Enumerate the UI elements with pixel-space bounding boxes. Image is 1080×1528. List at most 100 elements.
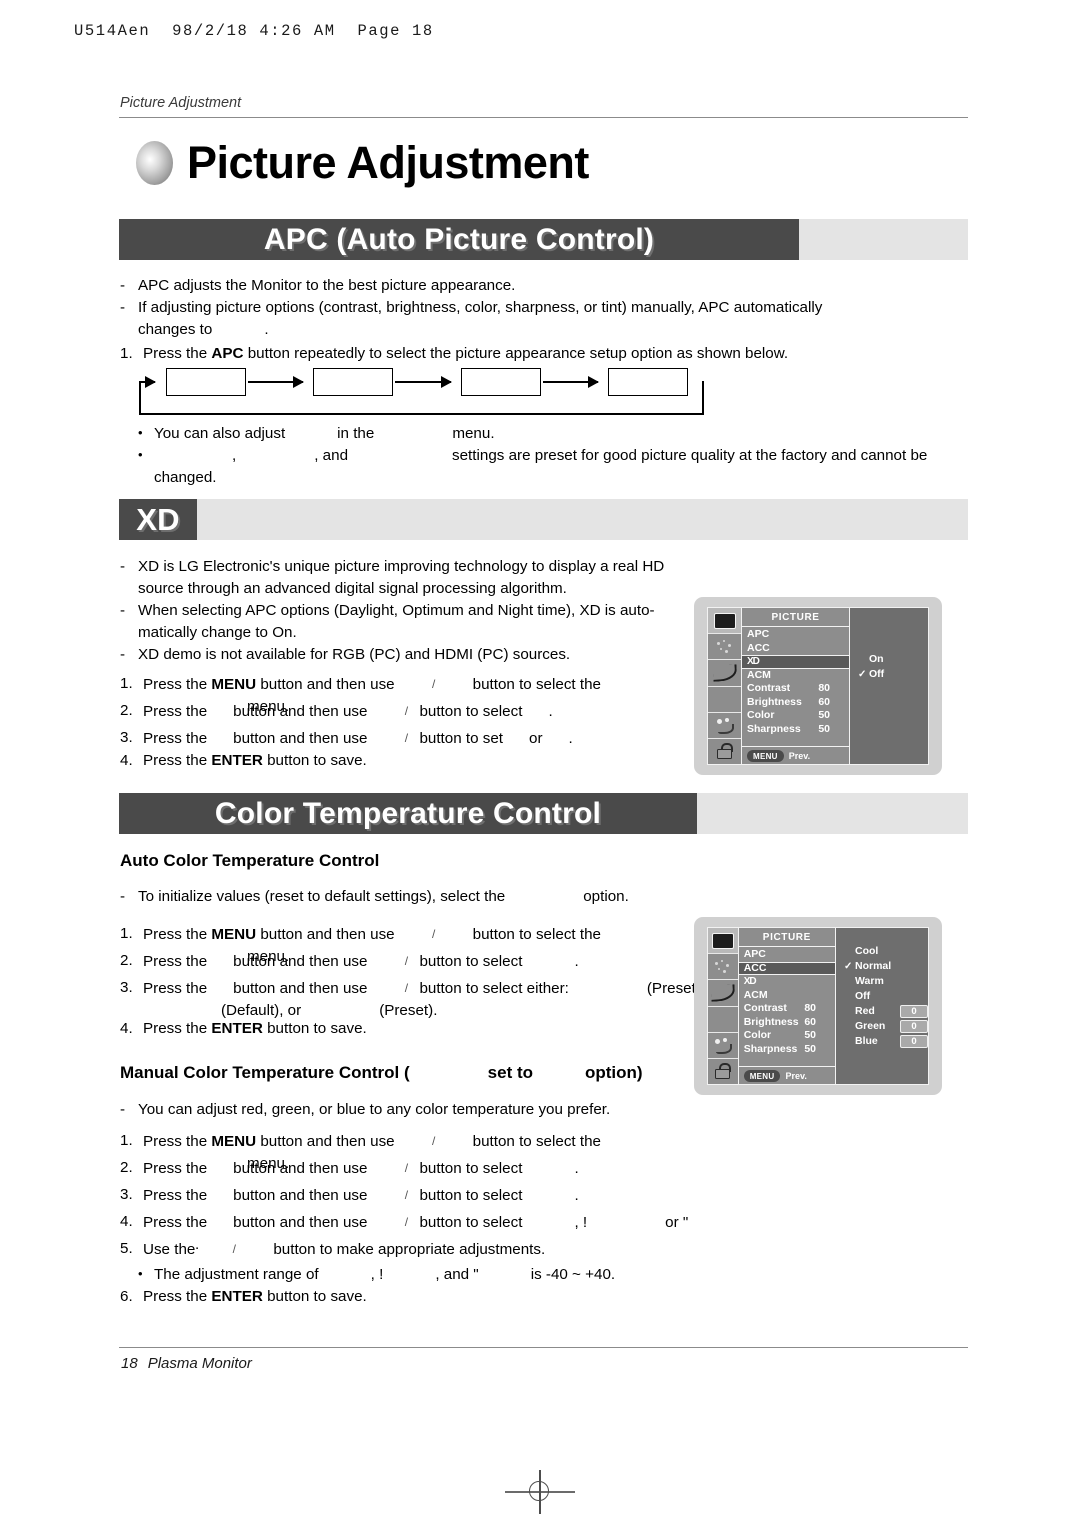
xd-dash-3-text: XD demo is not available for RGB (PC) an… [138,646,571,663]
osd-row-brightness[interactable]: Brightness 60 [742,696,849,710]
osd-row-color[interactable]: Color 50 [742,709,849,723]
osd-rail-item-sparkle[interactable] [708,634,741,661]
osd-rail-item-picture[interactable] [708,608,741,635]
ctc-manual-step-3-a: Press the [143,1187,208,1204]
menu-button-keyword: MENU [211,926,257,943]
ctc-auto-step-3: 3. Press the button and then use / button t… [120,977,740,1022]
xd-step-2-d: . [548,703,553,720]
osd-row-value: 80 [818,682,830,694]
osd-row-acc[interactable]: ACC [742,642,849,656]
osd-rail-item-arc[interactable] [708,980,738,1007]
footer-rule [119,1347,968,1348]
osd-inner-frame: PICTURE APC ACC XD ACM Contrast 80 Brigh… [707,927,929,1085]
dash-marker: - [120,888,126,905]
osd-option-label: Red [855,1005,875,1017]
osd-rail-item-lock[interactable] [708,1059,738,1084]
apc-dash-1-text: APC adjusts the Monitor to the best pict… [138,277,516,294]
osd-option-off[interactable]: ✓ Off [858,667,928,682]
osd-rail-item-picture[interactable] [708,928,738,955]
ctc-auto-step-1-a: Press the [143,926,208,943]
xd-step-2: 2. Press the button and then use / button t… [120,700,700,723]
osd-option-normal[interactable]: ✓ Normal [844,959,928,974]
osd-row-apc[interactable]: APC [739,948,835,962]
osd-option-red[interactable]: Red 0 [844,1004,928,1019]
osd-row-color[interactable]: Color 50 [739,1029,835,1043]
monitor-icon [713,612,736,629]
osd-row-label: Brightness [743,1015,799,1028]
osd-menu-button[interactable]: MENU [747,750,784,762]
osd-row-acc-selected[interactable]: ACC [738,961,835,975]
slash-separator: / [404,1215,409,1229]
apc-dash-2-line1: If adjusting picture options (contrast, … [138,299,823,316]
osd-option-value-red[interactable]: 0 [900,1005,928,1018]
osd-row-contrast[interactable]: Contrast 80 [742,682,849,696]
step-number: 2. [120,1159,133,1176]
osd-menu-button[interactable]: MENU [743,1070,781,1082]
enter-button-keyword: ENTER [211,752,263,769]
slash-separator: / [404,954,409,968]
osd-rail-item-sparkle[interactable] [708,954,738,981]
step-number: 4. [120,752,133,769]
osd-option-value-blue[interactable]: 0 [900,1035,928,1048]
osd-rail-item-lock[interactable] [708,739,741,764]
dash-marker: - [120,1101,126,1118]
osd-option-value-green[interactable]: 0 [900,1020,928,1033]
ctc-manual-step-4-b: button and then use [233,1214,368,1231]
osd-rail-item-blank[interactable] [708,687,741,713]
osd-row-xd-selected[interactable]: XD [742,655,849,669]
ctc-manual-step-6-text: Press the ENTER button to save. [143,1286,700,1308]
osd-row-label: ACM [747,668,771,681]
osd-row-sharpness[interactable]: Sharpness 50 [742,723,849,737]
slash-separator: / [404,704,409,718]
osd-row-value: 50 [804,1029,816,1041]
banner-label-apc: APC (Auto Picture Control) [263,222,655,256]
apc-bullet-1-b: in the [337,425,375,442]
ctc-auto-step-4-b: button to save. [267,1020,367,1037]
xd-step-1-a: Press the [143,676,208,693]
xd-step-1-c: button to select the [472,676,601,693]
osd-row-brightness[interactable]: Brightness 60 [739,1016,835,1030]
osd-row-label: Contrast [743,1002,787,1014]
osd-rail-item-arc[interactable] [708,660,741,687]
osd-row-label: APC [747,628,770,640]
slash-separator: / [431,1134,436,1148]
step-number: 1. [120,925,133,942]
slash-separator: / [431,927,436,941]
osd-row-sharpness[interactable]: Sharpness 50 [739,1043,835,1057]
regmark-circle [529,1481,549,1501]
ctc-manual-bullet-b: , ! [370,1266,384,1283]
flow-box-1 [166,368,246,396]
xd-step-4: 4. Press the ENTER button to save. [120,750,700,772]
osd-option-cool[interactable]: Cool [844,944,928,959]
flow-loop-left-segment [139,381,141,415]
ctc-manual-step-5-text: Use the / button to make appropriate adjus… [143,1238,700,1261]
osd-row-contrast[interactable]: Contrast 80 [739,1002,835,1016]
xd-step-2-text: Press the button and then use / button to s… [143,700,700,723]
osd-option-green[interactable]: Green 0 [844,1019,928,1034]
ctc-auto-step-4-a: Press the [143,1020,208,1037]
osd-row-acm[interactable]: ACM [739,989,835,1003]
xd-step-4-b: button to save. [267,752,367,769]
step-number: 2. [120,702,133,719]
osd-option-warm[interactable]: Warm [844,974,928,989]
osd-option-blue[interactable]: Blue 0 [844,1034,928,1049]
osd-row-apc[interactable]: APC [742,628,849,642]
osd-option-off[interactable]: Off [844,989,928,1004]
osd-row-xd[interactable]: XD [739,975,835,989]
osd-rail-item-audio[interactable] [708,713,741,739]
osd-rail-item-audio[interactable] [708,1033,738,1059]
osd-rail-item-blank[interactable] [708,1007,738,1033]
osd-option-on[interactable]: On [858,652,928,667]
ctc-auto-dash: - To initialize values (reset to default… [120,886,820,908]
banner-dark-block: Color Temperature Control [119,793,697,834]
xd-dash-1-line1: XD is LG Electronic's unique picture imp… [138,558,665,575]
osd-row-acm[interactable]: ACM [742,669,849,683]
apc-bullet-2-a: , [232,447,237,464]
osd-footer-bar: MENU Prev. [742,746,849,764]
xd-step-3: 3. Press the button and then use / button t… [120,727,700,750]
manual-subhead-b: set to [487,1063,533,1082]
ctc-auto-step-3-b: button and then use [233,980,368,997]
banner-dark-block: XD [119,499,197,540]
apc-step-1: 1. Press the APC button repeatedly to se… [120,343,920,365]
ctc-manual-bullet-a: The adjustment range of [154,1266,319,1283]
